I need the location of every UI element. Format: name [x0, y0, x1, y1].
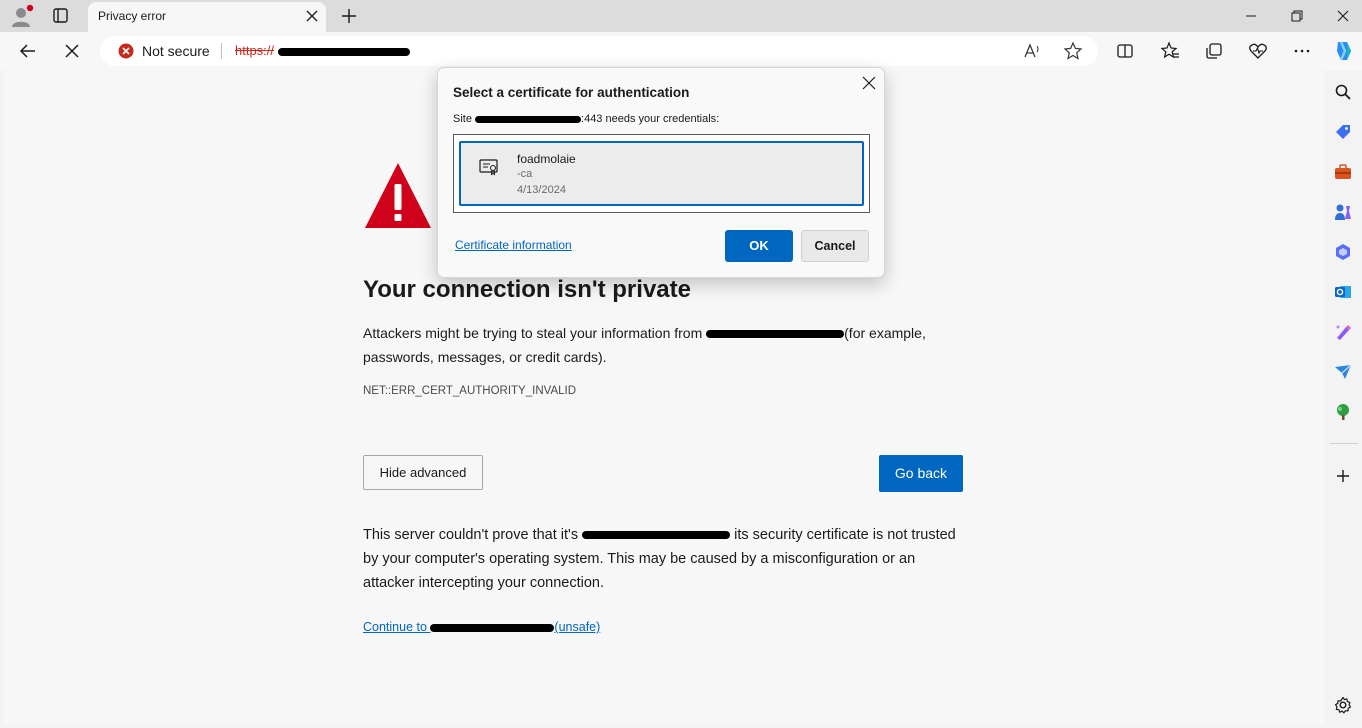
cancel-button[interactable]: Cancel [801, 230, 869, 262]
certificate-information-link[interactable]: Certificate information [455, 238, 572, 252]
warning-description: Attackers might be trying to steal your … [363, 321, 963, 369]
add-icon[interactable] [1334, 467, 1352, 485]
new-tab-icon[interactable] [338, 5, 360, 27]
copilot-icon[interactable] [1332, 39, 1356, 63]
dialog-close-icon[interactable] [862, 76, 876, 90]
warning-icon [363, 160, 433, 230]
games-icon[interactable] [1334, 203, 1352, 221]
search-icon[interactable] [1334, 83, 1352, 101]
site-text-start: Site [453, 113, 476, 125]
favorite-star-icon[interactable] [1063, 41, 1083, 61]
ok-button[interactable]: OK [725, 230, 793, 262]
address-bar[interactable]: Not secure https:// [100, 36, 1098, 66]
shopping-icon[interactable] [1334, 123, 1352, 141]
sidebar-divider [1330, 443, 1358, 444]
hide-advanced-button[interactable]: Hide advanced [363, 455, 483, 490]
dialog-site-text: Site :443 needs your credentials: [453, 113, 719, 125]
continue-link-prefix[interactable]: Continue to [363, 620, 430, 634]
redacted-url[interactable] [278, 48, 410, 56]
minimize-icon[interactable] [1241, 6, 1261, 26]
drop-icon[interactable] [1334, 363, 1352, 381]
tab-actions-icon[interactable] [46, 4, 74, 28]
tree-icon[interactable] [1334, 403, 1352, 421]
window-close-icon[interactable] [1333, 6, 1353, 26]
not-secure-icon[interactable] [118, 43, 134, 59]
read-aloud-icon[interactable] [1022, 41, 1042, 61]
favorites-icon[interactable] [1160, 41, 1180, 61]
stop-loading-icon[interactable] [62, 41, 82, 61]
toolbar: Not secure https:// [0, 32, 1362, 70]
certificate-date: 4/13/2024 [517, 184, 566, 196]
dialog-title: Select a certificate for authentication [453, 85, 690, 100]
microsoft365-icon[interactable] [1334, 243, 1352, 261]
redacted-hostname [475, 115, 582, 123]
go-back-button[interactable]: Go back [879, 455, 963, 492]
advanced-text-start: This server couldn't prove that it's [363, 527, 583, 543]
back-icon[interactable] [18, 41, 38, 61]
certificate-dialog: Select a certificate for authentication … [437, 67, 885, 278]
more-icon[interactable] [1292, 41, 1312, 61]
title-bar: Privacy error [0, 0, 1362, 32]
split-screen-icon[interactable] [1115, 41, 1135, 61]
continue-unsafe-link[interactable]: Continue to (unsafe) [363, 620, 600, 634]
certificate-list[interactable]: foadmolaie -ca 4/13/2024 [453, 134, 870, 213]
profile-icon[interactable] [10, 4, 34, 28]
certificate-item[interactable]: foadmolaie -ca 4/13/2024 [459, 141, 864, 206]
not-secure-label[interactable]: Not secure [142, 43, 210, 59]
tab-close-icon[interactable] [304, 8, 320, 24]
url-scheme[interactable]: https:// [235, 43, 274, 58]
certificate-issuer: -ca [517, 168, 533, 180]
browser-essentials-icon[interactable] [1248, 41, 1268, 61]
advanced-description: This server couldn't prove that it's its… [363, 523, 967, 595]
tab-privacy-error[interactable]: Privacy error [88, 2, 326, 32]
site-text-end: :443 needs your credentials: [581, 113, 720, 125]
page-title: Your connection isn't private [363, 276, 691, 303]
warning-text-start: Attackers might be trying to steal your … [363, 325, 707, 341]
restore-icon[interactable] [1287, 6, 1307, 26]
certificate-name: foadmolaie [517, 152, 576, 166]
redacted-hostname [706, 330, 845, 339]
sidebar [1324, 70, 1362, 728]
certificate-icon [479, 157, 499, 177]
continue-link-suffix[interactable]: (unsafe) [554, 620, 600, 634]
tab-title: Privacy error [98, 9, 167, 23]
redacted-hostname[interactable] [430, 623, 555, 632]
address-divider [221, 43, 222, 59]
tools-icon[interactable] [1334, 163, 1352, 181]
collections-icon[interactable] [1204, 41, 1224, 61]
settings-icon[interactable] [1334, 696, 1352, 714]
outlook-icon[interactable] [1334, 283, 1352, 301]
error-code[interactable]: NET::ERR_CERT_AUTHORITY_INVALID [363, 385, 576, 397]
designer-icon[interactable] [1334, 323, 1352, 341]
redacted-hostname [582, 531, 731, 540]
